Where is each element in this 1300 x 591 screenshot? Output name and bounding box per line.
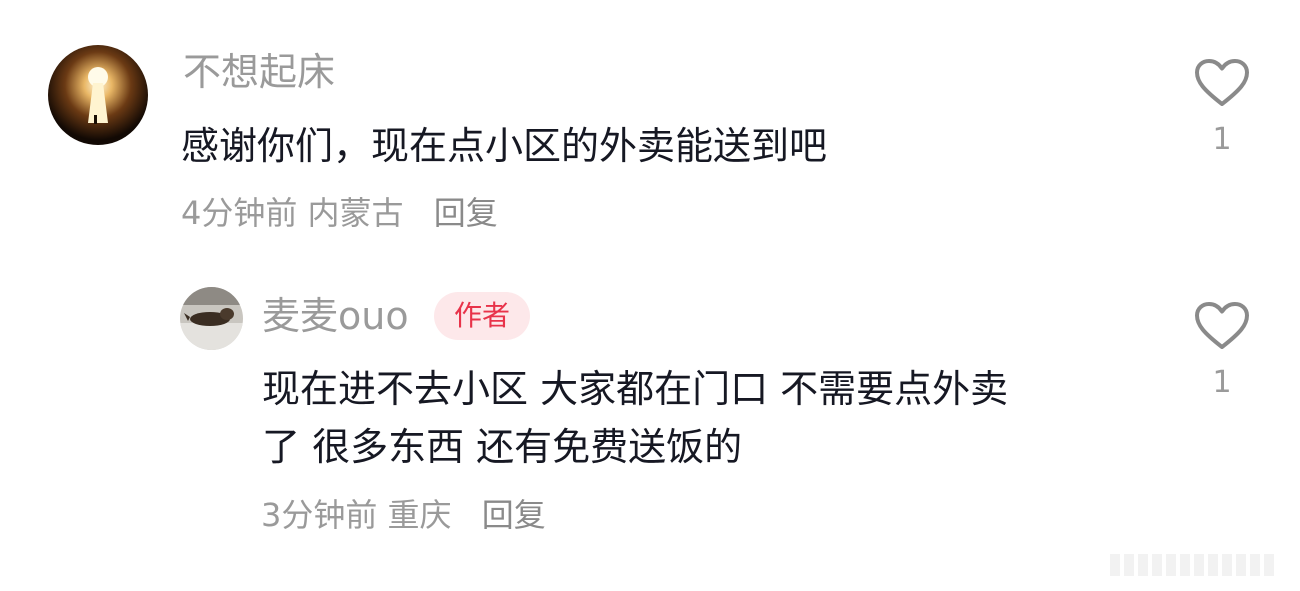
comment-location: 内蒙古 <box>307 194 404 232</box>
username[interactable]: 不想起床 <box>183 50 335 94</box>
comment-line: 了 很多东西 还有免费送饭的 <box>262 425 743 469</box>
heart-icon <box>1195 59 1249 106</box>
comment-location: 重庆 <box>387 496 452 534</box>
comment-text: 感谢你们，现在点小区的外卖能送到吧 <box>181 117 827 175</box>
heart-icon <box>1195 302 1249 349</box>
avatar[interactable] <box>48 45 148 145</box>
dog-photo-icon <box>180 287 243 350</box>
like-button[interactable]: 1 <box>1192 58 1252 158</box>
reply-button[interactable]: 回复 <box>434 194 498 232</box>
like-count: 1 <box>1212 122 1232 157</box>
watermark <box>1110 554 1274 576</box>
comment-thread: 不想起床 感谢你们，现在点小区的外卖能送到吧 4分钟前 内蒙古 回复 1 麦麦o… <box>0 0 1300 591</box>
like-button[interactable]: 1 <box>1192 301 1252 401</box>
comment-meta: 4分钟前 内蒙古 回复 <box>181 193 498 233</box>
username[interactable]: 麦麦ouo <box>262 294 409 338</box>
comment-line: 现在进不去小区 大家都在门口 不需要点外卖 <box>262 367 1009 411</box>
comment-text: 现在进不去小区 大家都在门口 不需要点外卖 了 很多东西 还有免费送饭的 <box>262 360 1008 476</box>
comment-time: 3分钟前 <box>261 496 378 534</box>
keyhole-light-icon <box>48 45 148 145</box>
comment-meta: 3分钟前 重庆 回复 <box>261 495 546 535</box>
avatar[interactable] <box>180 287 243 350</box>
reply-button[interactable]: 回复 <box>482 496 546 534</box>
like-count: 1 <box>1212 365 1232 400</box>
comment-time: 4分钟前 <box>181 194 298 232</box>
author-badge: 作者 <box>434 292 531 340</box>
comment-line: 感谢你们，现在点小区的外卖能送到吧 <box>181 124 828 168</box>
